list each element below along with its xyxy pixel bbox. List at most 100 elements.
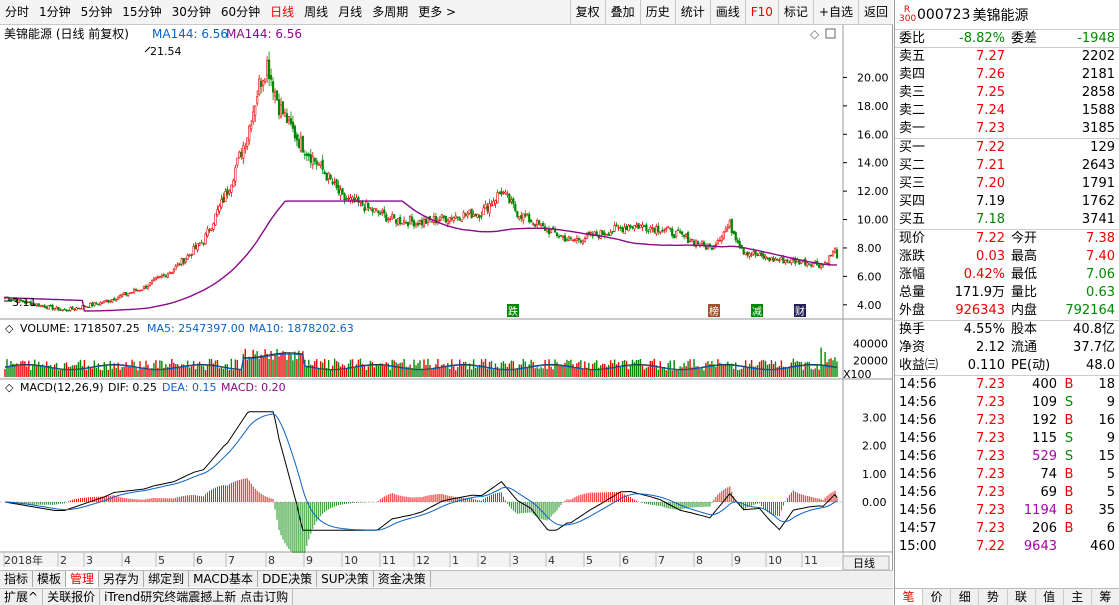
weibi-row: 委比 -8.82% 委差 -1948: [895, 30, 1119, 48]
buy-row-4: 买五 7.18 3741: [895, 211, 1119, 229]
tool-button-8[interactable]: 返回: [857, 0, 893, 25]
tool-button-2[interactable]: 历史: [639, 0, 675, 25]
status-item-2[interactable]: iTrend研究终端震撼上新 点击订购: [100, 589, 294, 605]
candle-body: [470, 208, 473, 219]
status-item-1[interactable]: 关联报价: [43, 589, 101, 605]
candle-body: [178, 263, 181, 266]
indicator-tab-7[interactable]: SUP决策: [317, 571, 374, 587]
candle-body: [442, 215, 445, 218]
quote-tab-2[interactable]: 细: [951, 589, 980, 605]
tool-button-6[interactable]: 标记: [777, 0, 813, 25]
candle-body: [438, 219, 441, 221]
tool-button-5[interactable]: F10: [744, 0, 778, 25]
tick-row: 14:57 7.23 206 B 6: [895, 520, 1119, 538]
stat2-row-0: 换手 4.55% 股本 40.8亿: [895, 321, 1119, 339]
tool-button-7[interactable]: +自选: [812, 0, 858, 25]
quote-tab-5[interactable]: 值: [1036, 589, 1064, 605]
tick-row: 15:00 7.22 9643 460: [895, 538, 1119, 556]
macd-expand-icon[interactable]: ◇: [5, 381, 14, 394]
period-tab-8[interactable]: 月线: [333, 0, 367, 25]
candle-body: [59, 309, 62, 311]
candle-body: [468, 209, 471, 214]
candle-body: [766, 257, 769, 260]
candle-body: [649, 226, 652, 231]
low-price-label: 3.11: [12, 296, 37, 309]
period-tab-10[interactable]: 更多 >: [413, 0, 461, 25]
indicator-tab-1[interactable]: 模板: [33, 571, 67, 587]
period-tab-1[interactable]: 1分钟: [34, 0, 76, 25]
indicator-tab-4[interactable]: 绑定到: [144, 571, 190, 587]
quote-tab-3[interactable]: 势: [979, 589, 1008, 605]
candle-body: [424, 218, 428, 224]
tick-side: B: [1064, 413, 1074, 428]
sell-volume: 2181: [1081, 67, 1115, 82]
tick-list[interactable]: 14:56 7.23 400 B 18 14:56 7.23 109 S 9 14:56 7.23 19…: [895, 376, 1119, 556]
restore-window-icon[interactable]: [825, 28, 836, 39]
candle-body: [389, 218, 392, 221]
candle-body: [692, 240, 696, 246]
candle-body: [339, 189, 342, 196]
quote-tab-7[interactable]: 筹: [1092, 589, 1119, 605]
candle-body: [655, 226, 658, 235]
period-tab-0[interactable]: 分时: [0, 0, 34, 25]
tool-button-3[interactable]: 统计: [674, 0, 710, 25]
candle-body: [41, 305, 44, 307]
period-tab-4[interactable]: 30分钟: [167, 0, 216, 25]
sell-row-2: 卖三 7.25 2858: [895, 84, 1119, 102]
stat-row-1: 涨跌 0.03 最高 7.40: [895, 248, 1119, 266]
quote-tab-1[interactable]: 价: [923, 589, 952, 605]
tick-side: B: [1064, 377, 1074, 392]
buy-row-3: 买四 7.19 1762: [895, 193, 1119, 211]
tool-button-1[interactable]: 叠加: [604, 0, 640, 25]
quote-tab-6[interactable]: 主: [1064, 589, 1092, 605]
candle-body: [216, 209, 219, 216]
indicator-tab-5[interactable]: MACD基本: [189, 571, 259, 587]
period-tab-2[interactable]: 5分钟: [76, 0, 118, 25]
period-tab-9[interactable]: 多周期: [367, 0, 413, 25]
candle-body: [121, 294, 124, 297]
candle-body: [196, 243, 199, 251]
indicator-tab-6[interactable]: DDE决策: [258, 571, 318, 587]
volume-expand-icon[interactable]: ◇: [5, 322, 14, 335]
stat2-label: 换手: [899, 322, 926, 337]
chart-area[interactable]: 20.00 18.00 16.00 14.00 12.00 10.00 8.00 6.00 4.…: [0, 25, 893, 585]
indicator-tab-0[interactable]: 指标: [0, 571, 34, 587]
candle-body: [657, 225, 660, 232]
period-tab-5[interactable]: 60分钟: [216, 0, 265, 25]
candle-body: [365, 201, 368, 211]
candle-body: [784, 260, 787, 264]
indicator-tab-3[interactable]: 另存为: [99, 571, 145, 587]
period-tab-6[interactable]: 日线: [265, 0, 299, 25]
candle-body: [53, 308, 56, 311]
diamond-icon[interactable]: ◇: [810, 27, 820, 41]
candle-body: [49, 305, 52, 307]
stat2-row-2: 收益㈢ 0.110 PE(动) 48.0: [895, 357, 1119, 375]
candle-body: [466, 213, 469, 217]
volume-ma10-readout: MA10: 1878202.63: [249, 322, 354, 335]
candle-body: [540, 223, 543, 226]
candle-body: [79, 308, 82, 310]
indicator-tab-2[interactable]: 管理: [66, 571, 100, 587]
candle-body: [800, 261, 803, 264]
candle-body: [307, 153, 310, 157]
candle-body: [617, 227, 620, 229]
candle-body: [184, 258, 187, 263]
status-item-0[interactable]: 扩展^: [0, 589, 44, 605]
candle-body: [228, 190, 231, 194]
quote-tab-4[interactable]: 联: [1008, 589, 1036, 605]
candle-body: [675, 230, 678, 238]
quote-tab-0[interactable]: 笔: [895, 589, 924, 605]
kline-chart-svg[interactable]: 20.0018.0016.0014.0012.0010.008.006.004.…: [0, 25, 893, 585]
period-tab-7[interactable]: 周线: [299, 0, 333, 25]
candle-body: [555, 232, 559, 236]
sell-book: 卖五 7.27 2202 卖四 7.26 2181 卖三 7.25 2858 卖二 7.24 1588…: [895, 48, 1119, 139]
candle-body: [136, 289, 140, 292]
candle-body: [244, 146, 247, 149]
period-tab-3[interactable]: 15分钟: [117, 0, 166, 25]
candle-body: [277, 99, 281, 115]
candle-body: [236, 157, 239, 166]
tool-button-4[interactable]: 画线: [709, 0, 745, 25]
candle-body: [476, 213, 479, 218]
indicator-tab-8[interactable]: 资金决策: [374, 571, 431, 587]
tool-button-0[interactable]: 复权: [569, 0, 605, 25]
